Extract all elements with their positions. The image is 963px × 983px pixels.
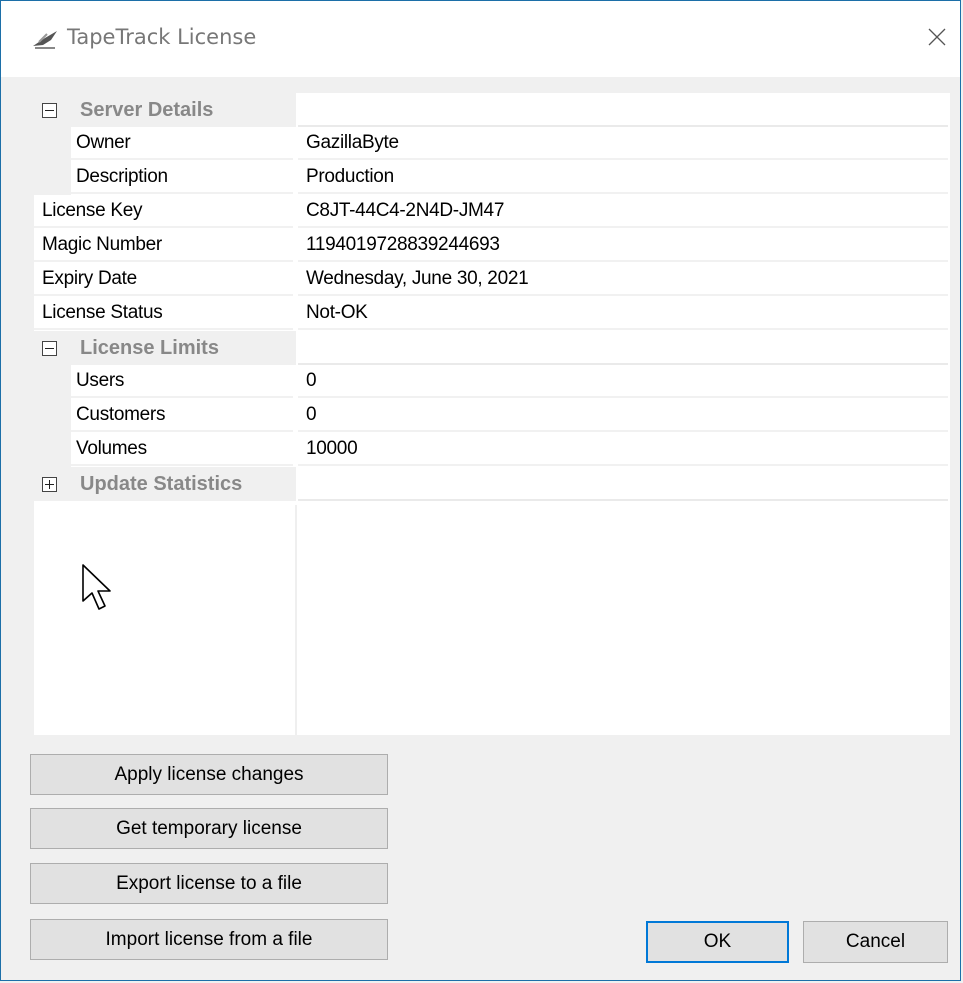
close-button[interactable] bbox=[914, 13, 960, 65]
category-update-statistics[interactable]: Update Statistics bbox=[34, 467, 950, 501]
property-row-license-key[interactable]: License Key C8JT-44C4-2N4D-JM47 bbox=[34, 195, 950, 229]
window-title: TapeTrack License bbox=[67, 25, 257, 49]
property-value[interactable]: 1194019728839244693 bbox=[298, 230, 948, 262]
property-name: Users bbox=[71, 366, 293, 398]
category-label: Server Details bbox=[80, 98, 214, 121]
property-name: Magic Number bbox=[34, 230, 293, 262]
category-label: License Limits bbox=[80, 336, 219, 359]
property-value[interactable]: Not-OK bbox=[298, 298, 948, 330]
property-value[interactable]: Production bbox=[298, 162, 948, 194]
property-row-users[interactable]: Users 0 bbox=[34, 365, 950, 399]
title-bar[interactable]: TapeTrack License bbox=[1, 1, 960, 77]
property-name: Volumes bbox=[71, 434, 293, 466]
property-name: License Status bbox=[34, 298, 293, 330]
category-license-limits[interactable]: License Limits bbox=[34, 331, 950, 365]
property-value[interactable]: C8JT-44C4-2N4D-JM47 bbox=[298, 196, 948, 228]
property-row-customers[interactable]: Customers 0 bbox=[34, 399, 950, 433]
property-row-license-status[interactable]: License Status Not-OK bbox=[34, 297, 950, 331]
expand-icon[interactable] bbox=[42, 476, 57, 492]
property-value[interactable]: Wednesday, June 30, 2021 bbox=[298, 264, 948, 296]
license-dialog: TapeTrack License Server Details Owner G… bbox=[0, 0, 961, 981]
category-label: Update Statistics bbox=[80, 472, 243, 495]
close-icon bbox=[927, 27, 947, 52]
import-license-button[interactable]: Import license from a file bbox=[30, 919, 388, 960]
property-row-magic-number[interactable]: Magic Number 1194019728839244693 bbox=[34, 229, 950, 263]
ok-button[interactable]: OK bbox=[646, 921, 789, 963]
cancel-button[interactable]: Cancel bbox=[803, 921, 948, 963]
apply-license-changes-button[interactable]: Apply license changes bbox=[30, 754, 388, 795]
property-name: Description bbox=[71, 162, 293, 194]
export-license-button[interactable]: Export license to a file bbox=[30, 863, 388, 904]
property-name: Owner bbox=[71, 128, 293, 160]
get-temporary-license-button[interactable]: Get temporary license bbox=[30, 808, 388, 849]
property-name: Expiry Date bbox=[34, 264, 293, 296]
property-value[interactable]: 0 bbox=[298, 400, 948, 432]
mouse-cursor-icon bbox=[81, 563, 115, 613]
property-row-volumes[interactable]: Volumes 10000 bbox=[34, 433, 950, 467]
column-divider[interactable] bbox=[295, 505, 297, 735]
property-value[interactable]: 0 bbox=[298, 366, 948, 398]
property-value[interactable]: 10000 bbox=[298, 434, 948, 466]
property-name: License Key bbox=[34, 196, 293, 228]
collapse-icon[interactable] bbox=[42, 102, 57, 118]
collapse-icon[interactable] bbox=[42, 340, 57, 356]
property-row-description[interactable]: Description Production bbox=[34, 161, 950, 195]
property-name: Customers bbox=[71, 400, 293, 432]
property-row-owner[interactable]: Owner GazillaByte bbox=[34, 127, 950, 161]
property-value[interactable]: GazillaByte bbox=[298, 128, 948, 160]
property-grid[interactable]: Server Details Owner GazillaByte Descrip… bbox=[34, 93, 950, 735]
property-row-expiry-date[interactable]: Expiry Date Wednesday, June 30, 2021 bbox=[34, 263, 950, 297]
category-server-details[interactable]: Server Details bbox=[34, 93, 950, 127]
tapetrack-app-icon bbox=[31, 28, 59, 50]
